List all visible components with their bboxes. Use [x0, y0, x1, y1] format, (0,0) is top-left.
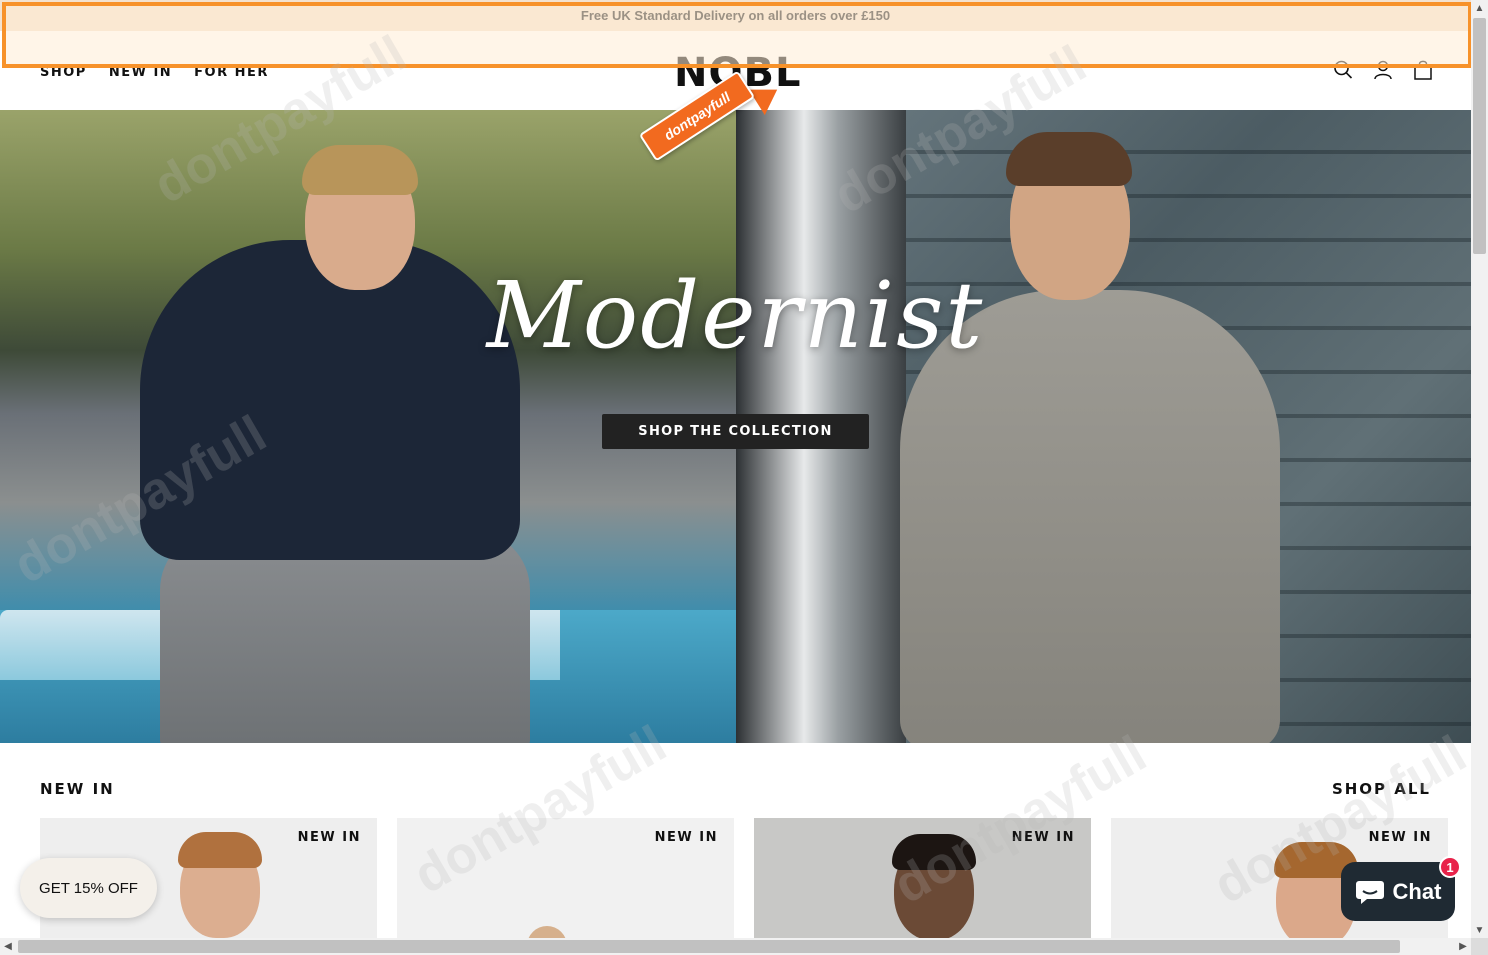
discount-label: GET 15% OFF: [39, 879, 138, 897]
model-left-hair: [302, 145, 418, 195]
header-icons: [1333, 59, 1433, 81]
search-icon[interactable]: [1333, 59, 1353, 81]
product-image-hair: [178, 832, 262, 868]
shop-all-link[interactable]: SHOP ALL: [1332, 780, 1431, 798]
product-image: [527, 926, 567, 938]
nav-item-for-her[interactable]: FOR HER: [194, 65, 269, 80]
account-icon[interactable]: [1373, 59, 1393, 81]
product-card[interactable]: NEW IN: [754, 818, 1091, 938]
chat-label: Chat: [1392, 878, 1442, 904]
nav-item-new-in[interactable]: NEW IN: [109, 65, 172, 80]
horizontal-scroll-thumb[interactable]: [18, 940, 1400, 953]
chat-icon: [1355, 880, 1384, 904]
new-in-header: NEW IN SHOP ALL: [40, 780, 1431, 800]
scroll-left-arrow-icon[interactable]: ◀: [0, 938, 16, 955]
new-in-badge: NEW IN: [297, 830, 361, 845]
cart-icon[interactable]: [1413, 59, 1433, 81]
chat-unread-badge: 1: [1439, 856, 1461, 878]
new-in-badge: NEW IN: [654, 830, 718, 845]
new-in-badge: NEW IN: [1011, 830, 1075, 845]
announcement-text: Free UK Standard Delivery on all orders …: [580, 8, 891, 23]
scroll-up-arrow-icon[interactable]: ▲: [1471, 0, 1488, 16]
chat-button[interactable]: Chat: [1341, 862, 1455, 921]
scroll-right-arrow-icon[interactable]: ▶: [1455, 938, 1471, 955]
discount-popup-button[interactable]: GET 15% OFF: [20, 858, 157, 918]
announcement-bar: Free UK Standard Delivery on all orders …: [0, 0, 1471, 31]
nav-item-shop[interactable]: SHOP: [40, 65, 87, 80]
scrollbar-corner: [1471, 938, 1488, 955]
hero-title: Modernist: [486, 262, 985, 369]
scroll-down-arrow-icon[interactable]: ▼: [1471, 922, 1488, 938]
product-card[interactable]: NEW IN: [397, 818, 734, 938]
new-in-badge: NEW IN: [1368, 830, 1432, 845]
hero-banner: Modernist SHOP THE COLLECTION: [0, 110, 1471, 743]
model-left-trousers: [160, 530, 530, 743]
shop-collection-button[interactable]: SHOP THE COLLECTION: [602, 414, 869, 449]
model-right-hair: [1006, 132, 1132, 186]
main-nav: SHOP NEW IN FOR HER: [40, 65, 269, 80]
vertical-scroll-thumb[interactable]: [1473, 18, 1486, 254]
product-image-hair: [892, 834, 976, 870]
product-carousel: NEW IN NEW IN NEW IN NEW IN: [40, 818, 1471, 938]
section-title: NEW IN: [40, 780, 115, 798]
